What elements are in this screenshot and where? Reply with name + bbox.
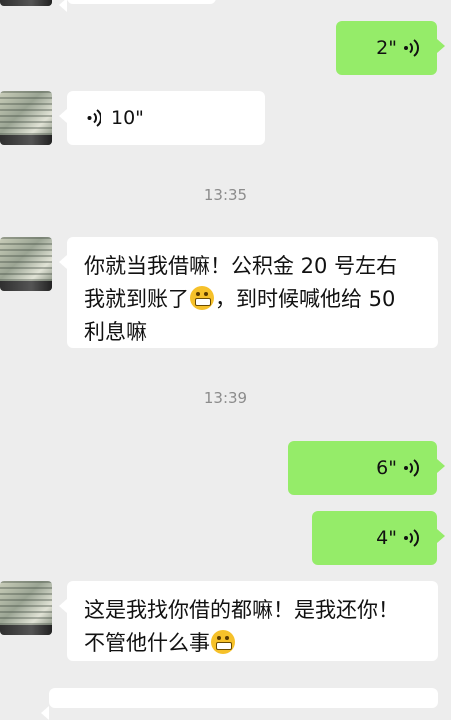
message-text-line: 你就当我借嘛！公积金 20 号左右: [84, 254, 398, 278]
avatar[interactable]: [0, 237, 52, 291]
voice-duration: 4": [376, 526, 397, 549]
voice-message-sent[interactable]: 6": [288, 441, 445, 495]
voice-message-received[interactable]: 10": [59, 91, 265, 145]
voice-duration: 10": [111, 106, 144, 129]
voice-duration: 2": [376, 36, 397, 59]
timestamp: 13:39: [203, 389, 248, 407]
voice-wave-icon: [403, 38, 419, 58]
message-text-line: 不管他什么事: [84, 627, 422, 660]
grin-emoji-icon: [190, 286, 214, 310]
text-message-received[interactable]: 你就当我借嘛！公积金 20 号左右 我就到账了 ，到时候喊他给 50 利息嘛: [59, 237, 438, 348]
voice-wave-icon: [403, 458, 419, 478]
message-bubble-partial[interactable]: [41, 688, 438, 720]
voice-message-sent[interactable]: 2": [336, 21, 445, 75]
grin-emoji-icon: [211, 630, 235, 654]
message-text-line: 我就到账了 ，到时候喊他给 50: [84, 286, 396, 311]
voice-wave-icon: [87, 108, 101, 128]
avatar[interactable]: [0, 0, 52, 6]
message-text-line: 这是我找你借的都嘛！是我还你！: [84, 598, 399, 622]
avatar[interactable]: [0, 581, 52, 635]
voice-duration: 6": [376, 456, 397, 479]
message-bubble-partial[interactable]: [59, 0, 216, 12]
timestamp: 13:35: [203, 186, 248, 204]
avatar[interactable]: [0, 91, 52, 145]
message-text-line: 利息嘛: [84, 320, 147, 344]
voice-message-sent[interactable]: 4": [312, 511, 445, 565]
voice-wave-icon: [403, 528, 419, 548]
text-message-received[interactable]: 这是我找你借的都嘛！是我还你！ 不管他什么事: [59, 581, 438, 661]
